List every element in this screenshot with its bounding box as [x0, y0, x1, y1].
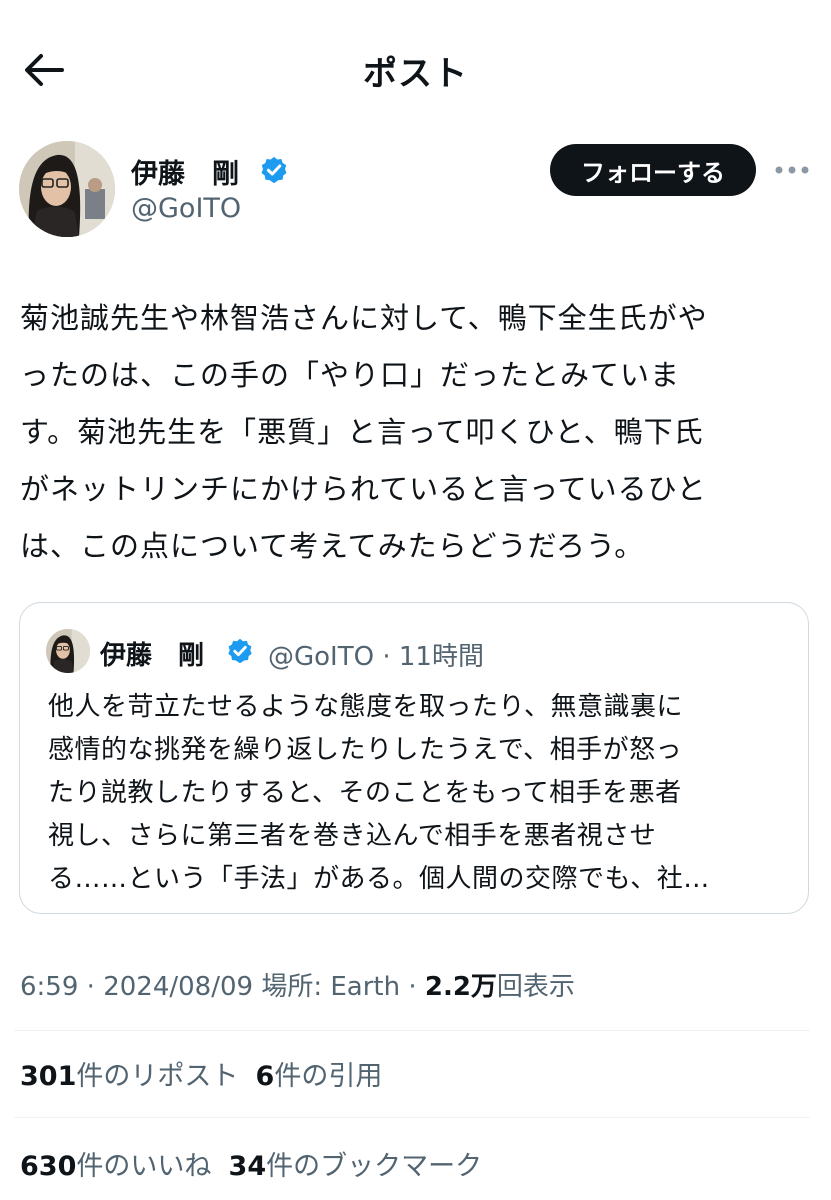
- views-label: 回表示: [496, 972, 575, 1002]
- quoted-time: · 11時間: [382, 642, 484, 672]
- post-text-line: がネットリンチにかけられていると言っているひと: [20, 472, 707, 506]
- quotes-count: 6: [255, 1061, 275, 1092]
- post-text: 菊池誠先生や林智浩さんに対して、鴨下全生氏がや ったのは、この手の「やり口」だっ…: [20, 290, 805, 575]
- header: ポスト: [0, 0, 831, 140]
- post-text-line: ったのは、この手の「やり口」だったとみていま: [20, 358, 681, 392]
- post-text-line: 菊池誠先生や林智浩さんに対して、鴨下全生氏がや: [20, 301, 708, 335]
- likes-label: 件のいいね: [76, 1151, 212, 1182]
- quotes-stat[interactable]: 6件の引用: [256, 1061, 383, 1092]
- quoted-text-line: 視し、さらに第三者を巻き込んで相手を悪者視させ: [48, 821, 657, 851]
- post-text-line: す。菊池先生を「悪質」と言って叩くひと、鴨下氏: [20, 415, 704, 449]
- follow-button[interactable]: フォローする: [550, 144, 756, 196]
- quoted-text-line: る……という「手法」がある。個人間の交際でも、社…: [48, 864, 710, 894]
- divider: [14, 1117, 810, 1118]
- post-text-line: は、この点について考えてみたらどうだろう。: [20, 529, 645, 563]
- stats-row-reposts: 301件のリポスト 6件の引用: [20, 1054, 382, 1093]
- verified-badge-icon: [261, 156, 287, 184]
- quoted-handle: @GoITO: [268, 642, 375, 672]
- quoted-handle-time: @GoITO · 11時間: [268, 636, 484, 673]
- divider: [14, 1030, 810, 1031]
- quoted-author-name: 伊藤 剛: [100, 641, 205, 671]
- more-button[interactable]: [772, 158, 812, 182]
- bookmarks-label: 件のブックマーク: [266, 1151, 483, 1182]
- quoted-text: 他人を苛立たせるような態度を取ったり、無意識裏に 感情的な挑発を繰り返したりした…: [48, 686, 798, 901]
- views-count: 2.2万: [424, 972, 497, 1002]
- post-date[interactable]: 2024/08/09: [103, 972, 253, 1002]
- stats-row-likes: 630件のいいね 34件のブックマーク: [20, 1144, 482, 1183]
- likes-stat[interactable]: 630件のいいね: [20, 1151, 211, 1182]
- verified-badge-icon: [228, 638, 252, 664]
- post-detail-page: ポスト 伊藤 剛 @GoITO フォローする 菊池誠先生や林智浩さんに対して、鴨…: [0, 0, 831, 1200]
- likes-count: 630: [20, 1151, 77, 1182]
- page-title: ポスト: [363, 54, 468, 94]
- quoted-text-line: たり説教したりすると、そのことをもって相手を悪者: [48, 778, 682, 808]
- avatar[interactable]: [19, 141, 115, 237]
- avatar-image: [19, 141, 115, 237]
- quoted-avatar: [46, 629, 90, 673]
- post-meta: 6:59 · 2024/08/09 場所: Earth · 2.2万回表示: [20, 972, 575, 1002]
- bookmarks-count: 34: [228, 1151, 267, 1182]
- quoted-avatar-image: [46, 629, 90, 673]
- quoted-text-line: 他人を苛立たせるような態度を取ったり、無意識裏に: [48, 692, 683, 722]
- bookmarks-stat[interactable]: 34件のブックマーク: [229, 1151, 483, 1182]
- quoted-post-card[interactable]: 伊藤 剛 @GoITO · 11時間 他人を苛立たせるような態度を取ったり、無意…: [19, 602, 809, 914]
- quoted-text-line: 感情的な挑発を繰り返したりしたうえで、相手が怒っ: [48, 735, 683, 765]
- author-handle[interactable]: @GoITO: [131, 193, 241, 224]
- post-location: 場所: Earth: [261, 972, 401, 1002]
- post-time[interactable]: 6:59: [20, 972, 78, 1002]
- author-name[interactable]: 伊藤 剛: [131, 152, 239, 191]
- reposts-label: 件のリポスト: [76, 1061, 239, 1092]
- reposts-count: 301: [20, 1061, 77, 1092]
- more-horizontal-icon: [775, 166, 809, 174]
- quotes-label: 件の引用: [274, 1061, 383, 1092]
- reposts-stat[interactable]: 301件のリポスト: [20, 1061, 238, 1092]
